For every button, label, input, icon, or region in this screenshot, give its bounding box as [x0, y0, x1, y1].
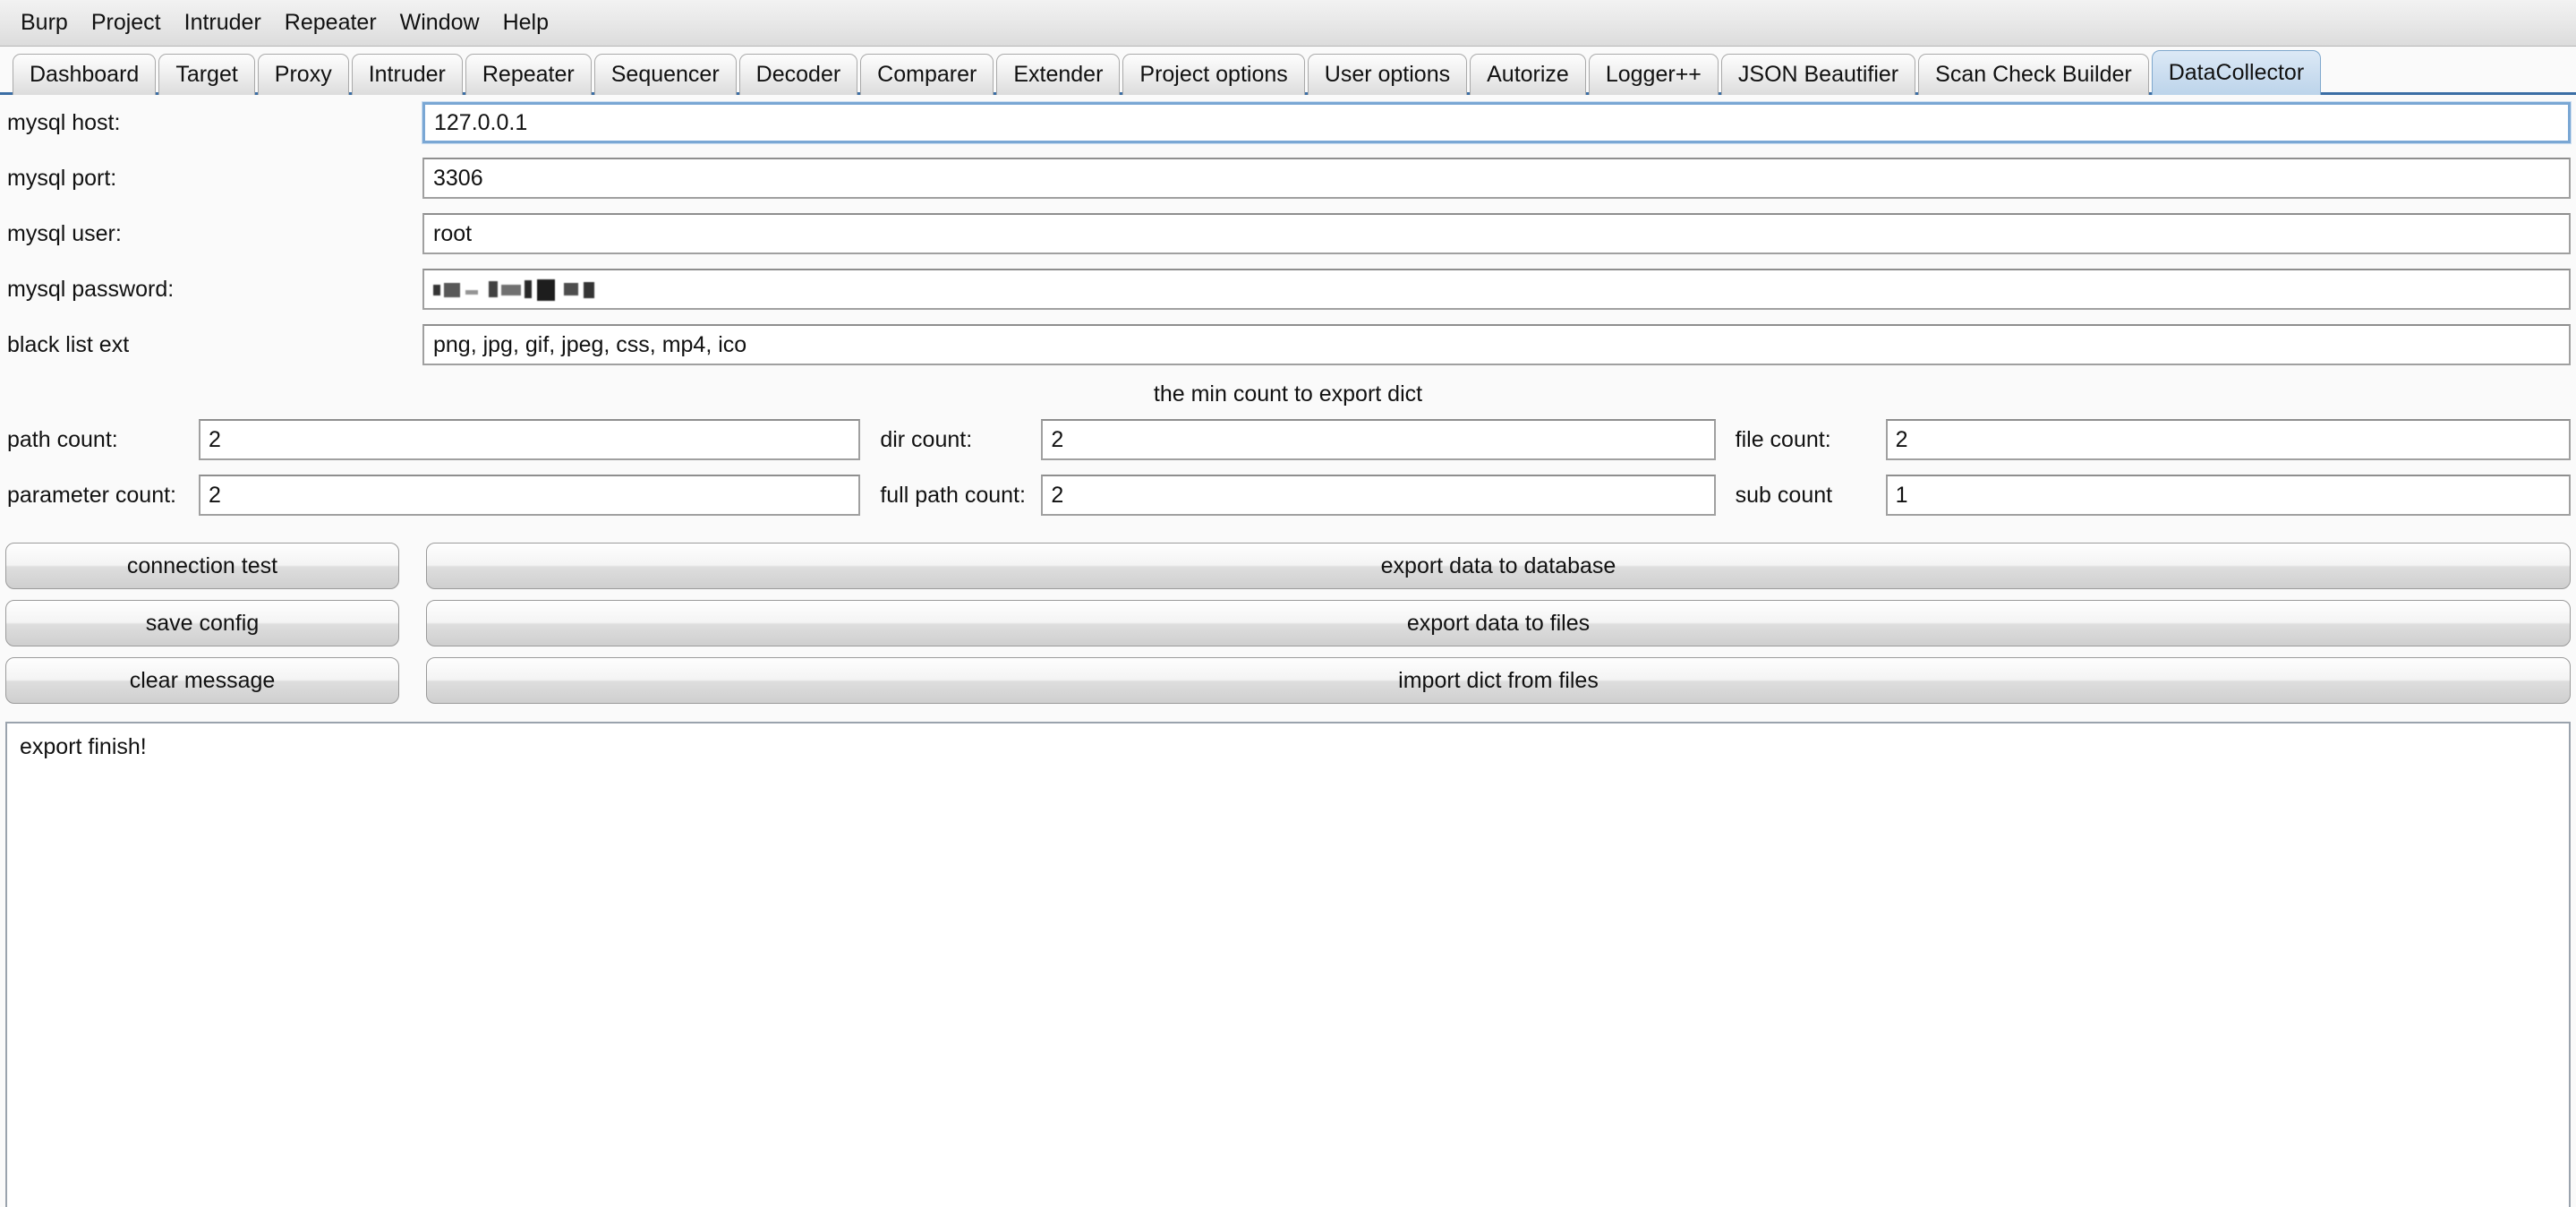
tab-project-options[interactable]: Project options — [1122, 54, 1304, 95]
count-cell-full-path-count: full path count: 2 — [860, 475, 1715, 516]
count-row-second: parameter count: 2 full path count: 2 su… — [5, 467, 2571, 523]
message-log-area[interactable]: export finish! — [5, 722, 2571, 1207]
count-cell-dir-count: dir count: 2 — [860, 419, 1715, 460]
file-count-input[interactable]: 2 — [1886, 419, 2571, 460]
field-row-mysql-host: mysql host: 127.0.0.1 — [5, 95, 2571, 150]
mysql-host-label: mysql host: — [5, 110, 422, 136]
menu-item-window[interactable]: Window — [388, 6, 491, 39]
full-path-count-input[interactable]: 2 — [1041, 475, 1715, 516]
tab-autorize[interactable]: Autorize — [1470, 54, 1586, 95]
count-row-first: path count: 2 dir count: 2 file count: 2 — [5, 412, 2571, 467]
field-row-mysql-user: mysql user: root — [5, 206, 2571, 261]
menu-item-project[interactable]: Project — [80, 6, 173, 39]
mysql-user-label: mysql user: — [5, 221, 422, 247]
tab-repeater[interactable]: Repeater — [465, 54, 592, 95]
field-row-mysql-password: mysql password: — [5, 261, 2571, 317]
menu-item-intruder[interactable]: Intruder — [173, 6, 273, 39]
tab-extender[interactable]: Extender — [996, 54, 1120, 95]
count-cell-parameter-count: parameter count: 2 — [5, 475, 860, 516]
mysql-host-input[interactable]: 127.0.0.1 — [422, 102, 2571, 143]
connection-test-button[interactable]: connection test — [5, 543, 399, 589]
menu-item-burp[interactable]: Burp — [9, 6, 80, 39]
count-cell-path-count: path count: 2 — [5, 419, 860, 460]
tab-intruder[interactable]: Intruder — [352, 54, 463, 95]
mysql-port-label: mysql port: — [5, 166, 422, 192]
export-data-to-database-button[interactable]: export data to database — [426, 543, 2571, 589]
action-button-block: connection test export data to database … — [5, 523, 2571, 709]
tab-dashboard[interactable]: Dashboard — [13, 54, 156, 95]
count-cell-file-count: file count: 2 — [1716, 419, 2571, 460]
path-count-input[interactable]: 2 — [199, 419, 860, 460]
full-path-count-label: full path count: — [860, 483, 1041, 509]
tab-comparer[interactable]: Comparer — [860, 54, 994, 95]
path-count-label: path count: — [5, 427, 199, 453]
min-count-section-header: the min count to export dict — [5, 372, 2571, 412]
count-cell-sub-count: sub count 1 — [1716, 475, 2571, 516]
dir-count-input[interactable]: 2 — [1041, 419, 1715, 460]
import-dict-from-files-button[interactable]: import dict from files — [426, 657, 2571, 704]
mysql-user-input[interactable]: root — [422, 213, 2571, 254]
mysql-password-input[interactable] — [422, 269, 2571, 310]
tab-sequencer[interactable]: Sequencer — [594, 54, 737, 95]
tab-user-options[interactable]: User options — [1308, 54, 1467, 95]
menu-item-repeater[interactable]: Repeater — [273, 6, 388, 39]
clear-message-button[interactable]: clear message — [5, 657, 399, 704]
log-line: export finish! — [20, 732, 2556, 763]
parameter-count-label: parameter count: — [5, 483, 199, 509]
black-list-ext-label: black list ext — [5, 332, 422, 358]
tab-json-beautifier[interactable]: JSON Beautifier — [1721, 54, 1915, 95]
button-row-3: clear message import dict from files — [5, 652, 2571, 709]
menu-item-help[interactable]: Help — [491, 6, 560, 39]
redacted-password-icon — [433, 278, 626, 301]
tab-proxy[interactable]: Proxy — [258, 54, 349, 95]
save-config-button[interactable]: save config — [5, 600, 399, 646]
export-data-to-files-button[interactable]: export data to files — [426, 600, 2571, 646]
mysql-password-label: mysql password: — [5, 277, 422, 303]
tab-target[interactable]: Target — [158, 54, 254, 95]
sub-count-label: sub count — [1716, 483, 1886, 509]
field-row-black-list-ext: black list ext png, jpg, gif, jpeg, css,… — [5, 317, 2571, 372]
datacollector-panel: mysql host: 127.0.0.1 mysql port: 3306 m… — [0, 95, 2576, 1207]
button-row-2: save config export data to files — [5, 595, 2571, 652]
parameter-count-input[interactable]: 2 — [199, 475, 860, 516]
main-tab-strip: Dashboard Target Proxy Intruder Repeater… — [0, 47, 2576, 95]
mysql-port-input[interactable]: 3306 — [422, 158, 2571, 199]
tab-scan-check-builder[interactable]: Scan Check Builder — [1918, 54, 2149, 95]
black-list-ext-input[interactable]: png, jpg, gif, jpeg, css, mp4, ico — [422, 324, 2571, 365]
file-count-label: file count: — [1716, 427, 1886, 453]
field-row-mysql-port: mysql port: 3306 — [5, 150, 2571, 206]
menu-bar: Burp Project Intruder Repeater Window He… — [0, 0, 2576, 47]
tab-decoder[interactable]: Decoder — [739, 54, 858, 95]
sub-count-input[interactable]: 1 — [1886, 475, 2571, 516]
tab-datacollector[interactable]: DataCollector — [2152, 50, 2321, 95]
tab-logger-plus-plus[interactable]: Logger++ — [1589, 54, 1719, 95]
dir-count-label: dir count: — [860, 427, 1041, 453]
button-row-1: connection test export data to database — [5, 537, 2571, 595]
